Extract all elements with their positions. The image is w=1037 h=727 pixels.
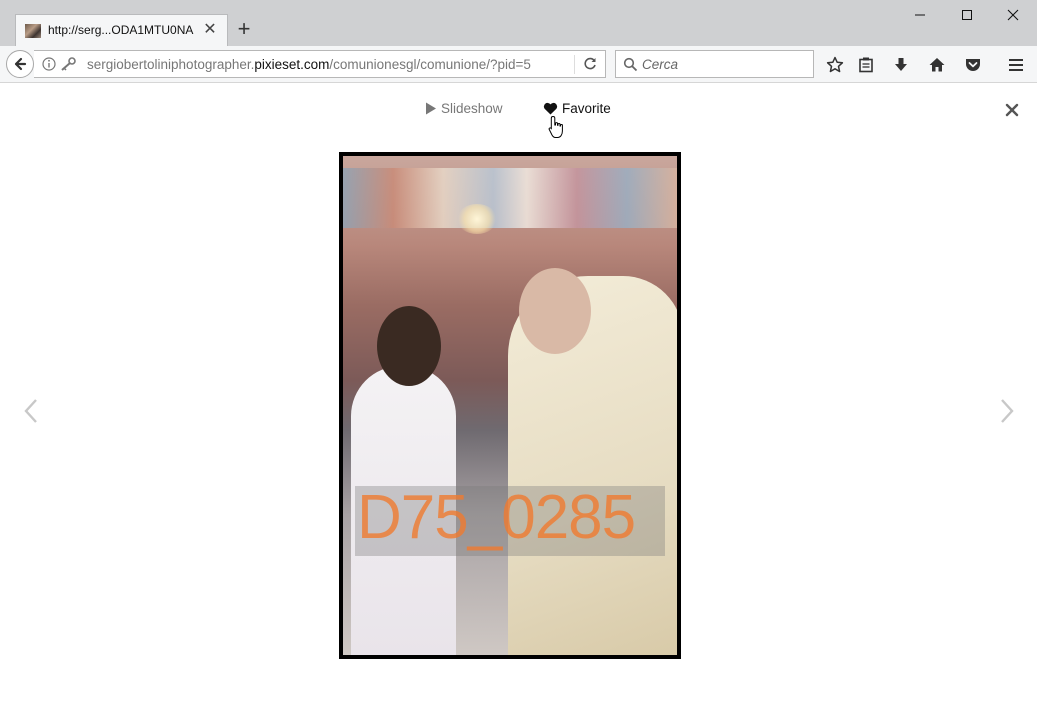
- search-bar[interactable]: Cerca: [615, 50, 814, 78]
- url-separator: [574, 55, 575, 74]
- minimize-button[interactable]: [897, 0, 943, 30]
- minimize-icon: [915, 14, 925, 16]
- key-icon[interactable]: [60, 57, 76, 76]
- close-window-button[interactable]: [990, 0, 1036, 30]
- pocket-icon[interactable]: [963, 55, 983, 75]
- url-domain: pixieset.com: [254, 57, 330, 72]
- back-button[interactable]: [6, 50, 34, 78]
- download-arrow-icon[interactable]: [891, 55, 911, 75]
- reload-icon[interactable]: [582, 56, 598, 77]
- favorite-label: Favorite: [562, 101, 611, 116]
- magnifier-icon: [623, 57, 638, 77]
- info-icon[interactable]: [42, 57, 56, 76]
- close-icon: [1007, 9, 1019, 21]
- close-icon: [1005, 103, 1019, 117]
- slideshow-button[interactable]: Slideshow: [425, 101, 503, 116]
- tab-close-icon[interactable]: ✕: [202, 21, 218, 39]
- back-arrow-icon: [14, 57, 27, 71]
- site-favicon-icon: [25, 24, 41, 38]
- hamburger-icon[interactable]: [1006, 55, 1026, 75]
- gallery-photo[interactable]: D75_0285: [343, 156, 677, 655]
- chevron-left-icon: [24, 399, 37, 423]
- close-viewer-button[interactable]: [1003, 101, 1021, 119]
- search-placeholder: Cerca: [642, 57, 679, 72]
- slideshow-label: Slideshow: [441, 101, 503, 116]
- chevron-right-icon: [1001, 399, 1014, 423]
- star-icon[interactable]: [825, 55, 845, 75]
- photo-girl-head: [377, 306, 441, 386]
- url-prefix: sergiobertoliniphotographer.: [87, 57, 255, 72]
- title-bar: http://serg...ODA1MTU0NA ✕ +: [0, 0, 1037, 46]
- url-path: /comunionesgl/comunione/?pid=5: [329, 57, 531, 72]
- url-bar[interactable]: sergiobertoliniphotographer.pixieset.com…: [34, 50, 606, 78]
- url-text[interactable]: sergiobertoliniphotographer.pixieset.com…: [87, 57, 575, 72]
- new-tab-button[interactable]: +: [234, 18, 254, 40]
- favorite-button[interactable]: Favorite: [543, 101, 611, 116]
- navigation-bar: sergiobertoliniphotographer.pixieset.com…: [0, 46, 1037, 83]
- maximize-icon: [962, 10, 972, 20]
- browser-tab[interactable]: http://serg...ODA1MTU0NA ✕: [15, 14, 228, 46]
- photo-watermark: D75_0285: [357, 483, 636, 552]
- heart-icon: [543, 102, 558, 115]
- photo-frame: D75_0285: [339, 152, 681, 659]
- home-icon[interactable]: [927, 55, 947, 75]
- play-icon: [426, 102, 436, 115]
- photo-priest-head: [519, 268, 591, 354]
- clipboard-icon[interactable]: [856, 55, 876, 75]
- hand-cursor-icon: [548, 115, 566, 144]
- maximize-button[interactable]: [944, 0, 990, 30]
- tab-title: http://serg...ODA1MTU0NA: [48, 23, 194, 37]
- photo-mural: [343, 168, 677, 228]
- previous-photo-button[interactable]: [21, 396, 41, 426]
- photo-lamp: [457, 204, 497, 234]
- next-photo-button[interactable]: [997, 396, 1017, 426]
